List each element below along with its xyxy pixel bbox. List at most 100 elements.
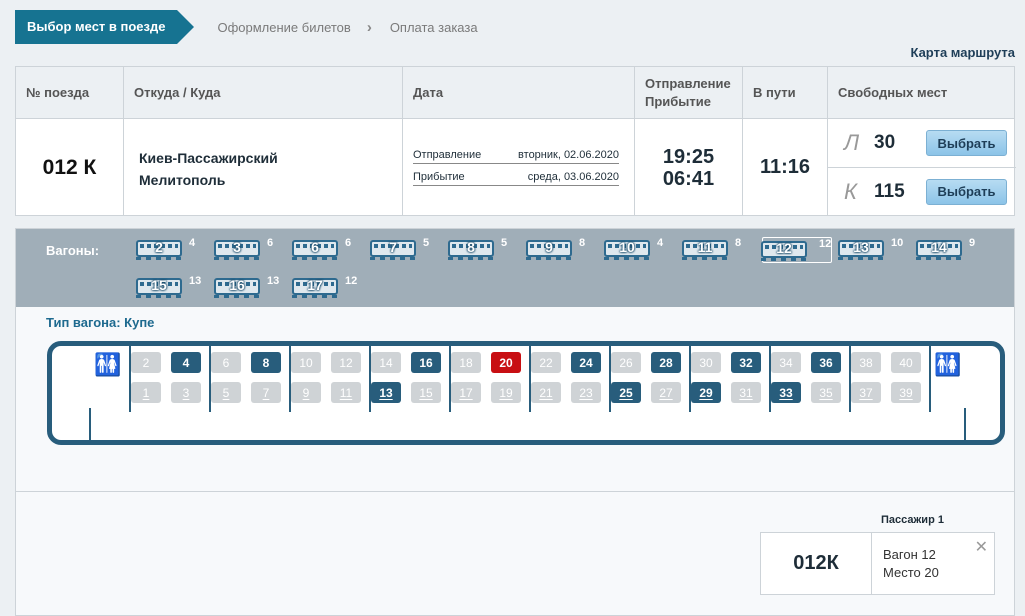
seat-17[interactable]: 17 (451, 382, 481, 403)
choose-button-k[interactable]: Выбрать (926, 178, 1007, 205)
seat-37[interactable]: 37 (851, 382, 881, 403)
wagon-free-count: 9 (969, 237, 976, 249)
header-free-seats: Свободных мест (838, 85, 948, 100)
table-header: № поезда Откуда / Куда Дата Отправление … (16, 67, 1014, 119)
wagon-number: 15 (151, 277, 167, 293)
seat-14[interactable]: 14 (371, 352, 401, 373)
wagon-11[interactable]: 11 8 (680, 237, 756, 263)
seat-31[interactable]: 31 (731, 382, 761, 403)
wagon-free-count: 6 (345, 237, 352, 249)
wagon-number: 2 (155, 239, 163, 255)
seat-13[interactable]: 13 (371, 382, 401, 403)
wagon-free-count: 8 (579, 237, 586, 249)
seat-15[interactable]: 15 (411, 382, 441, 403)
wagon-free-count: 13 (189, 275, 202, 287)
wagon-number: 10 (619, 239, 635, 255)
wagon-9[interactable]: 98 (524, 237, 600, 263)
wagon-2[interactable]: 24 (134, 237, 210, 263)
step-payment[interactable]: Оплата заказа (390, 20, 478, 35)
wagon-16[interactable]: 16 13 (212, 275, 288, 301)
seat-3[interactable]: 3 (171, 382, 201, 403)
seat-39[interactable]: 39 (891, 382, 921, 403)
step-seat-selection[interactable]: Выбор мест в поезде (15, 10, 195, 44)
header-train-number: № поезда (16, 67, 124, 118)
seat-20[interactable]: 20 (491, 352, 521, 373)
wagon-10[interactable]: 10 4 (602, 237, 678, 263)
seat-11[interactable]: 11 (331, 382, 361, 403)
header-route: Откуда / Куда (124, 67, 403, 118)
compartment-divider (89, 408, 91, 442)
seat-2[interactable]: 2 (131, 352, 161, 373)
wagon-bar: Вагоны: 2 4 3 6 6 6 7 5 8 5 9 8 10 4 11 8 12 12 13 10 14 9 15 1… (16, 229, 1014, 307)
wagon-number: 14 (931, 239, 947, 255)
wagon-6[interactable]: 66 (290, 237, 366, 263)
seat-9[interactable]: 9 (291, 382, 321, 403)
seat-33[interactable]: 33 (771, 382, 801, 403)
seat-27[interactable]: 27 (651, 382, 681, 403)
seat-24[interactable]: 24 (571, 352, 601, 373)
wagon-15[interactable]: 15 13 (134, 275, 210, 301)
wagon-number: 8 (467, 239, 475, 255)
wagon-3[interactable]: 36 (212, 237, 288, 263)
to-station: Мелитополь (139, 172, 226, 188)
wagon-12[interactable]: 12 12 (761, 237, 832, 263)
seat-6[interactable]: 6 (211, 352, 241, 373)
seat-count: 115 (874, 180, 905, 202)
seat-12[interactable]: 12 (331, 352, 361, 373)
ticket-seat: Место 20 (883, 565, 939, 580)
seat-40[interactable]: 40 (891, 352, 921, 373)
header-arrival: Прибытие (645, 93, 711, 109)
seat-35[interactable]: 35 (811, 382, 841, 403)
wagon-free-count: 4 (189, 237, 196, 249)
seat-29[interactable]: 29 (691, 382, 721, 403)
step-ticket-details[interactable]: Оформление билетов (217, 20, 350, 35)
header-departure: Отправление (645, 75, 731, 91)
seat-38[interactable]: 38 (851, 352, 881, 373)
divider (16, 491, 1014, 492)
header-duration: В пути (743, 67, 828, 118)
car-scheme: 🚻 🚻 2 4 6 8 10 12 14 16 18 20 22 24 26 28 30 32 34 36 38 40… (47, 341, 1005, 445)
seat-4[interactable]: 4 (171, 352, 201, 373)
seat-21[interactable]: 21 (531, 382, 561, 403)
seat-28[interactable]: 28 (651, 352, 681, 373)
toilet-icon: 🚻 (934, 352, 961, 377)
train-row: 012 К Киев-Пассажирский Мелитополь Отпра… (16, 119, 1016, 216)
ticket-wagon: Вагон 12 (883, 547, 936, 562)
choose-button-l[interactable]: Выбрать (926, 130, 1007, 156)
seat-36[interactable]: 36 (811, 352, 841, 373)
arrival-time: 06:41 (662, 168, 715, 190)
seat-5[interactable]: 5 (211, 382, 241, 403)
route-map-link[interactable]: Карта маршрута (910, 45, 1015, 60)
seat-30[interactable]: 30 (691, 352, 721, 373)
seat-32[interactable]: 32 (731, 352, 761, 373)
arrival-label: Прибытие (413, 171, 465, 183)
wagon-number: 16 (229, 277, 245, 293)
wagon-13[interactable]: 13 10 (836, 237, 912, 263)
seat-22[interactable]: 22 (531, 352, 561, 373)
seat-18[interactable]: 18 (451, 352, 481, 373)
wagon-14[interactable]: 14 9 (914, 237, 990, 263)
wagon-free-count: 5 (423, 237, 430, 249)
close-icon[interactable]: ✕ (975, 537, 988, 557)
seat-19[interactable]: 19 (491, 382, 521, 403)
dates-cell: Отправление вторник, 02.06.2020 Прибытие… (403, 119, 635, 216)
seat-25[interactable]: 25 (611, 382, 641, 403)
seat-10[interactable]: 10 (291, 352, 321, 373)
wagon-number: 13 (853, 239, 869, 255)
seat-34[interactable]: 34 (771, 352, 801, 373)
seat-7[interactable]: 7 (251, 382, 281, 403)
seat-26[interactable]: 26 (611, 352, 641, 373)
seat-16[interactable]: 16 (411, 352, 441, 373)
seat-type-l: Л 30 Выбрать (828, 119, 1016, 167)
wagon-free-count: 4 (657, 237, 664, 249)
departure-date-line: Отправление вторник, 02.06.2020 (413, 149, 619, 164)
wagon-7[interactable]: 75 (368, 237, 444, 263)
seat-23[interactable]: 23 (571, 382, 601, 403)
wagon-number: 9 (545, 239, 553, 255)
wagon-17[interactable]: 17 12 (290, 275, 366, 301)
passenger-ticket: 012К Вагон 12 Место 20 ✕ (760, 532, 995, 595)
seat-8[interactable]: 8 (251, 352, 281, 373)
seat-1[interactable]: 1 (131, 382, 161, 403)
wagon-8[interactable]: 85 (446, 237, 522, 263)
wagon-free-count: 10 (891, 237, 904, 249)
